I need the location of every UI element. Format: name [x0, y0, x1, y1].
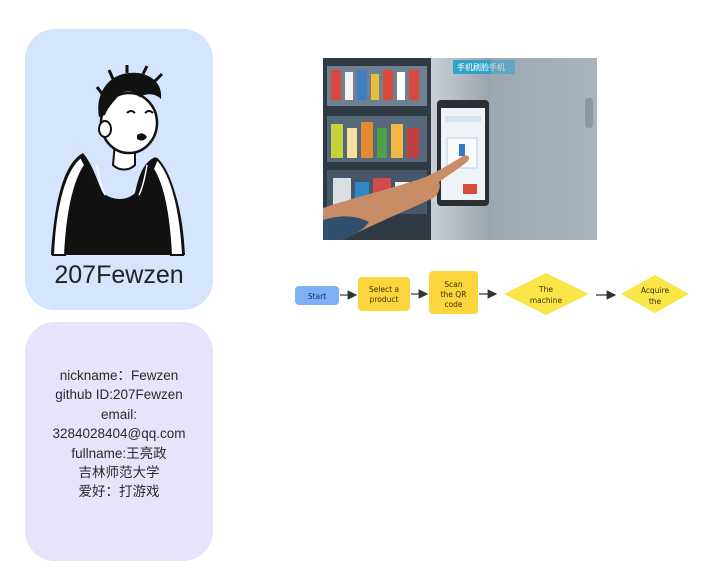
- username: 207Fewzen: [54, 261, 184, 289]
- flow-node-the-machine-line1: The: [538, 285, 553, 294]
- info-email-label: email:: [100, 406, 137, 422]
- flow-node-select-product: Select a product: [358, 277, 410, 311]
- info-email-value: 3284028404@qq.com: [52, 426, 186, 442]
- avatar-illustration: [51, 65, 185, 256]
- flow-node-scan-qr: Scan the QR code: [429, 271, 478, 314]
- flow-node-start: Start: [295, 286, 339, 305]
- flow-node-scan-qr-line1: Scan: [444, 280, 462, 289]
- flow-node-acquire-line1: Acquire: [641, 286, 670, 295]
- flow-node-start-label: Start: [308, 292, 326, 301]
- info-github-id: github ID:207Fewzen: [55, 387, 183, 403]
- flow-node-the-machine-line2: machine: [530, 296, 563, 305]
- flow-node-select-product-line2: product: [370, 295, 399, 304]
- flow-node-scan-qr-line3: code: [444, 300, 462, 309]
- info-fullname: fullname:王亮政: [71, 445, 167, 461]
- flow-node-acquire: Acquire the: [621, 275, 689, 313]
- info-nickname: nickname：Fewzen: [59, 368, 179, 383]
- flow-node-acquire-line2: the: [649, 297, 662, 306]
- info-hobby: 爱好：打游戏: [78, 484, 160, 500]
- profile-info: nickname：Fewzen github ID:207Fewzen emai…: [29, 366, 209, 502]
- flow-node-scan-qr-line2: the QR: [441, 290, 467, 299]
- vending-machine-photo: 手机刷脸手机: [323, 58, 597, 240]
- info-card: nickname：Fewzen github ID:207Fewzen emai…: [25, 322, 213, 561]
- flow-node-select-product-line1: Select a: [369, 285, 399, 294]
- flow-node-the-machine: The machine: [504, 273, 589, 315]
- info-school: 吉林师范大学: [78, 465, 160, 481]
- flowchart: Start Select a product Scan the QR code …: [295, 271, 689, 315]
- profile-card: 207Fewzen: [25, 29, 213, 310]
